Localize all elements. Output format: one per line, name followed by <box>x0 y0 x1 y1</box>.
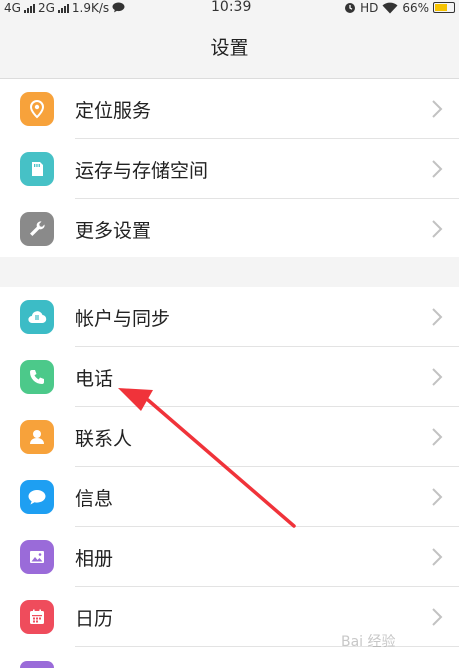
wrench-icon <box>20 212 54 246</box>
settings-row-label: 联系人 <box>75 427 133 450</box>
contact-icon <box>20 420 54 454</box>
page-title: 设置 <box>0 15 459 79</box>
watermark-text: Bai 经验 <box>341 634 396 650</box>
app-icon-partial <box>20 661 54 668</box>
settings-row-label: 更多设置 <box>75 219 152 242</box>
chat-bubble-icon <box>112 2 125 13</box>
chevron-right-icon <box>432 428 443 446</box>
chevron-right-icon <box>432 488 443 506</box>
chevron-right-icon <box>432 100 443 118</box>
chevron-right-icon <box>432 160 443 178</box>
phone-icon <box>20 360 54 394</box>
settings-row-label: 帐户与同步 <box>75 307 171 330</box>
chevron-right-icon <box>432 308 443 326</box>
settings-row-label: 定位服务 <box>75 99 152 122</box>
network-type-2: 2G <box>37 0 55 15</box>
settings-group-2: 帐户与同步 电话 联系人 信息 相册 日历 <box>0 287 459 668</box>
settings-row-label: 运存与存储空间 <box>75 159 209 182</box>
settings-row-label: 电话 <box>75 367 114 390</box>
chevron-right-icon <box>432 368 443 386</box>
settings-row-location[interactable]: 定位服务 <box>0 79 459 139</box>
clock: 10:39 <box>211 0 252 15</box>
cloud-sync-icon <box>20 300 54 334</box>
settings-row-more[interactable]: 更多设置 <box>0 199 459 259</box>
watermark: Bai 经验 <box>341 626 445 656</box>
settings-row-messages[interactable]: 信息 <box>0 467 459 527</box>
signal-icon <box>23 3 35 13</box>
settings-row-contacts[interactable]: 联系人 <box>0 407 459 467</box>
settings-row-storage[interactable]: 运存与存储空间 <box>0 139 459 199</box>
gallery-icon <box>20 540 54 574</box>
wifi-icon <box>382 2 398 14</box>
calendar-icon <box>20 600 54 634</box>
battery-percent: 66% <box>402 0 429 15</box>
settings-row-label: 信息 <box>75 487 114 510</box>
settings-row-accounts[interactable]: 帐户与同步 <box>0 287 459 347</box>
network-speed: 1.9K/s <box>71 0 110 15</box>
status-left: 4G 2G 1.9K/s <box>4 0 125 15</box>
chevron-right-icon <box>432 608 443 626</box>
message-icon <box>20 480 54 514</box>
chevron-right-icon <box>432 220 443 238</box>
signal-icon-2 <box>57 3 69 13</box>
battery-icon <box>433 2 455 13</box>
location-icon <box>20 92 54 126</box>
settings-row-phone[interactable]: 电话 <box>0 347 459 407</box>
storage-icon <box>20 152 54 186</box>
settings-row-label: 相册 <box>75 547 114 570</box>
network-type-1: 4G <box>4 0 21 15</box>
status-right: HD 66% <box>344 0 455 15</box>
chevron-right-icon <box>432 548 443 566</box>
hd-label: HD <box>360 0 379 15</box>
alarm-icon <box>345 2 356 13</box>
settings-group-1: 定位服务 运存与存储空间 更多设置 <box>0 79 459 257</box>
status-bar: 4G 2G 1.9K/s 10:39 HD 66% <box>0 0 459 15</box>
settings-row-label: 日历 <box>75 607 114 630</box>
settings-row-gallery[interactable]: 相册 <box>0 527 459 587</box>
